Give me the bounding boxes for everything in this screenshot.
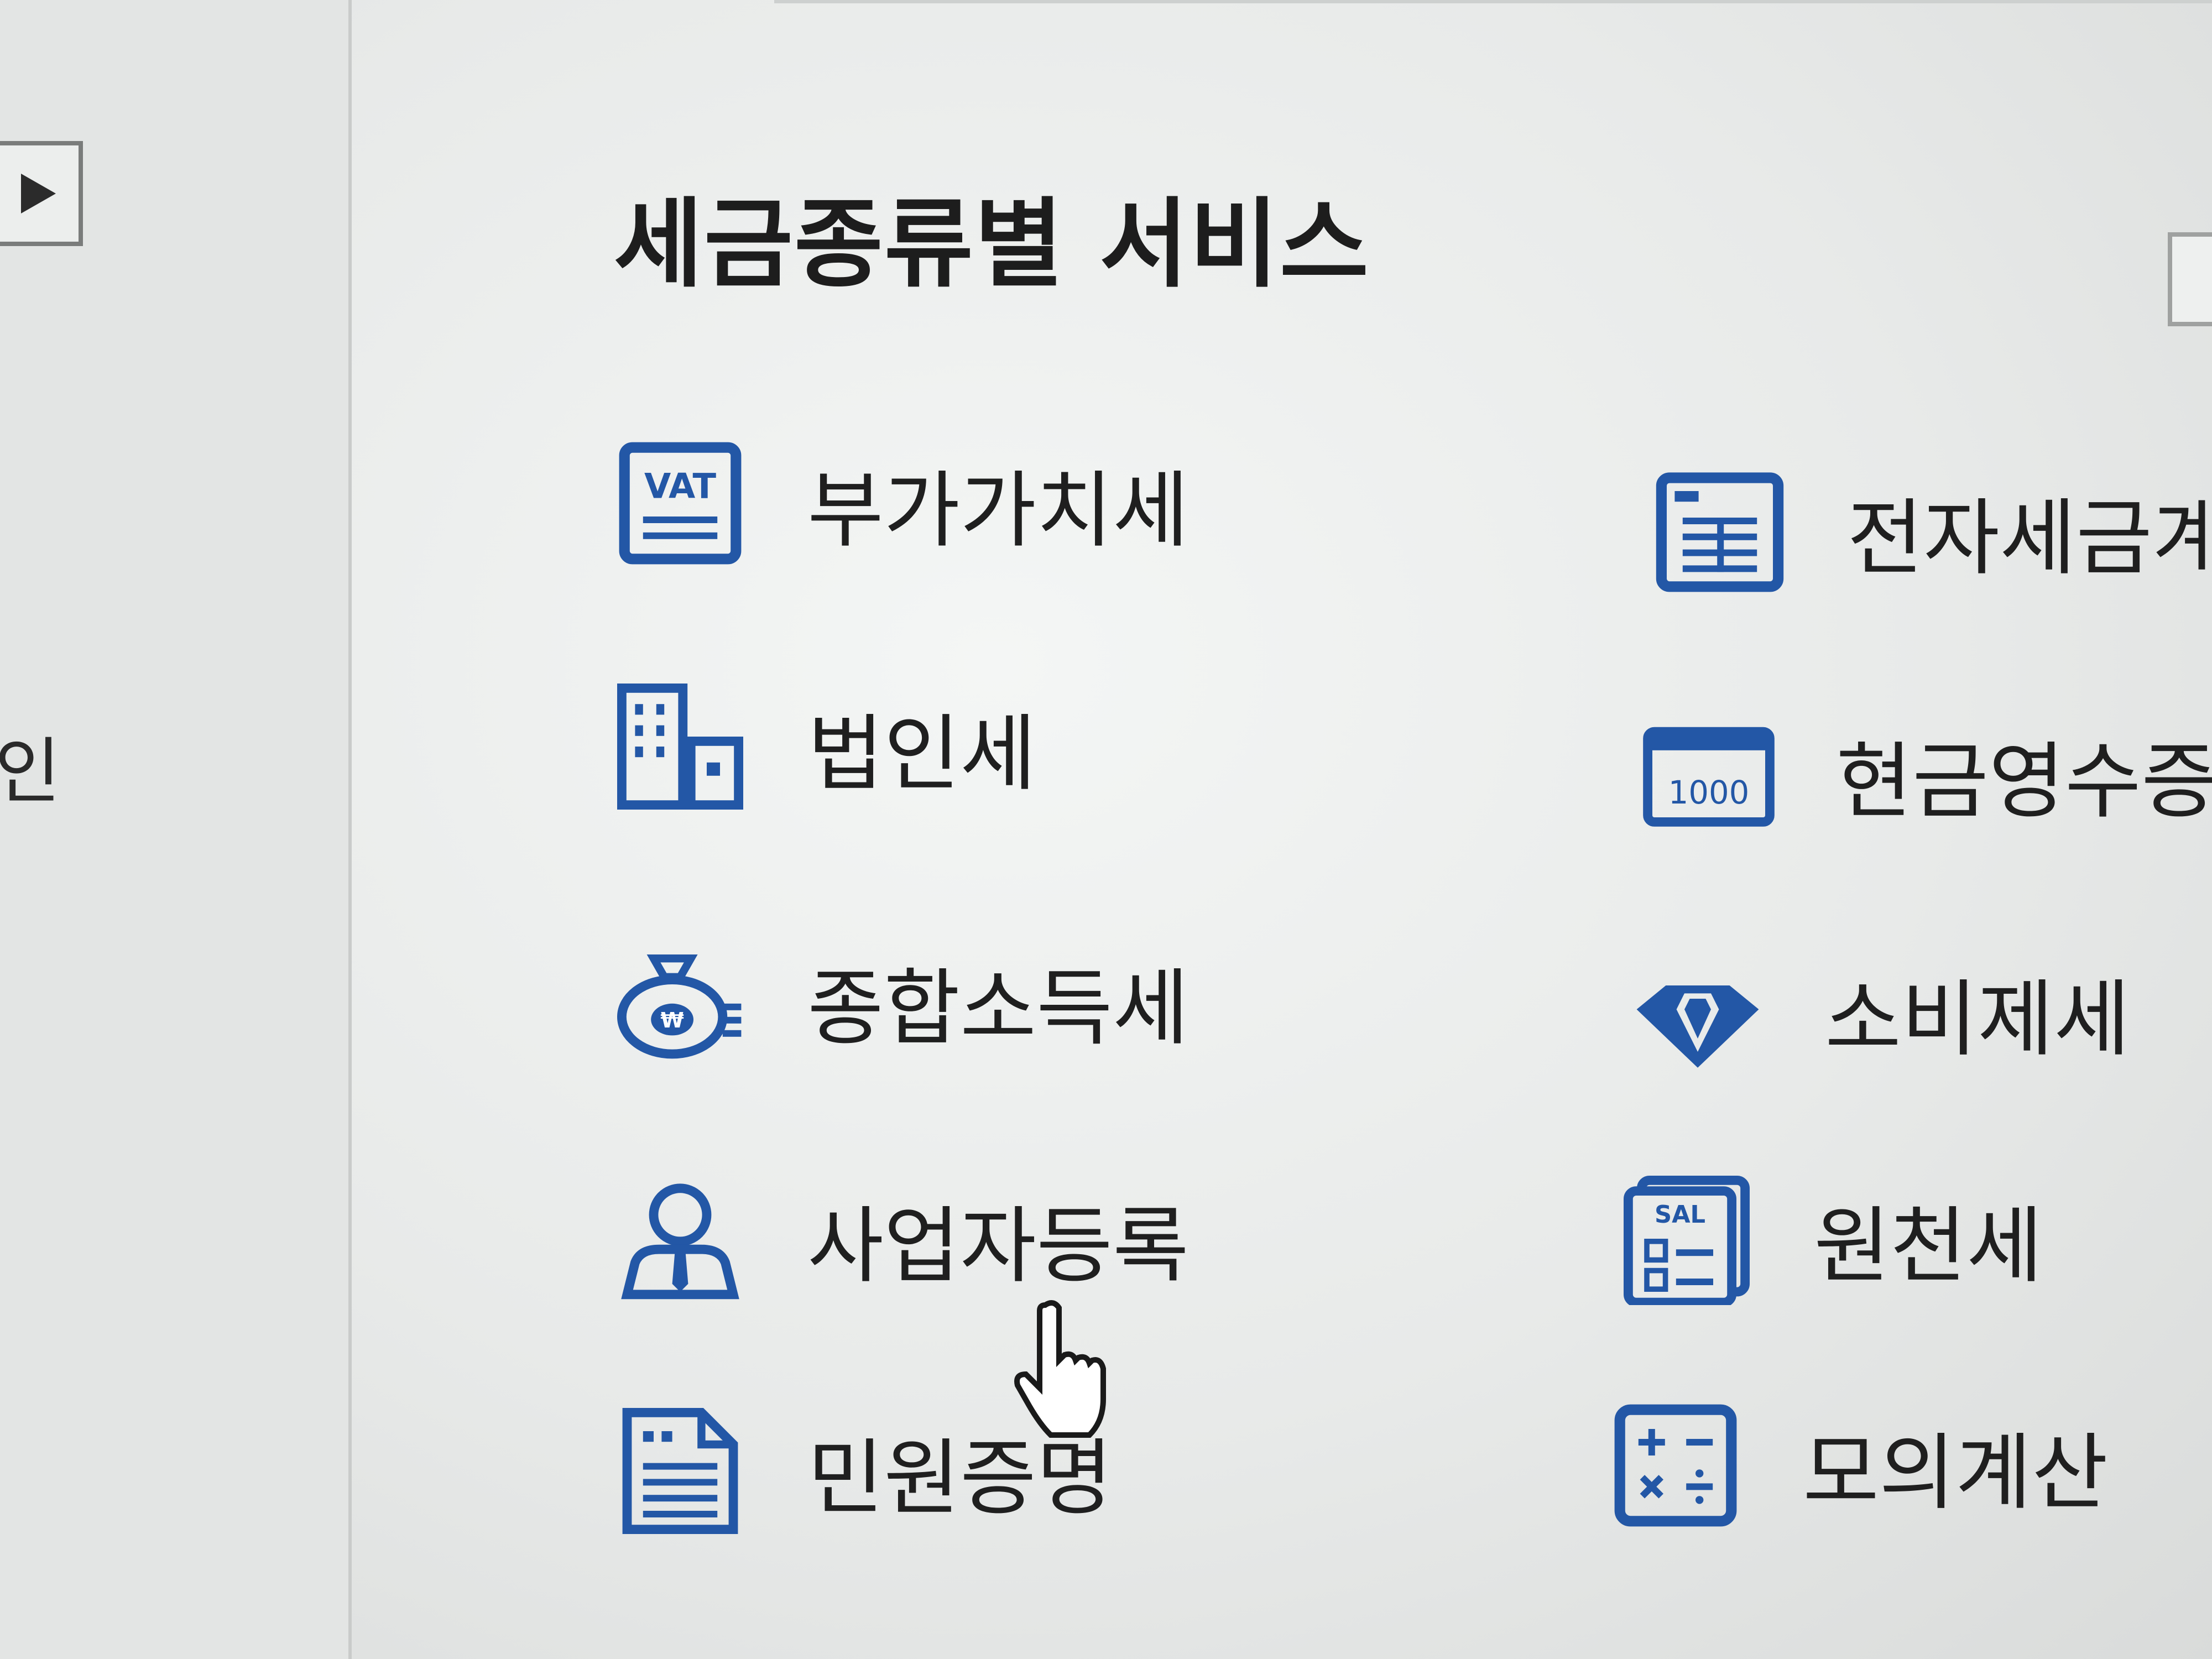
service-business-registration[interactable]: 사업자등록: [614, 1172, 1189, 1305]
service-consumption-tax[interactable]: 소비제세: [1631, 946, 2130, 1078]
money-bag-won-icon: ₩: [614, 935, 747, 1067]
electronic-invoice-icon: [1653, 465, 1786, 597]
vat-document-icon: VAT: [614, 437, 747, 570]
top-divider: [774, 0, 2212, 3]
service-mock-calculation[interactable]: 모의계산: [1609, 1399, 2108, 1532]
svg-text:VAT: VAT: [644, 466, 716, 506]
service-label: 사업자등록: [807, 1198, 1190, 1295]
diamond-icon: [1631, 946, 1764, 1078]
service-label: 법인세: [807, 706, 1037, 802]
service-label: 소비제세: [1825, 971, 2131, 1068]
screen: 인 세금종류별 서비스 VAT 부가가치세 법인세 ₩ 종합소득세 사업자등록 …: [0, 0, 2212, 1659]
service-label: 현금영수증: [1836, 733, 2212, 830]
service-vat[interactable]: VAT 부가가치세: [614, 437, 1189, 570]
icon-text: 1000: [1668, 774, 1750, 811]
sidebar-menu-fragment[interactable]: 인: [0, 713, 61, 817]
service-income-tax[interactable]: ₩ 종합소득세: [614, 935, 1189, 1067]
play-arrow-icon: [21, 174, 56, 213]
more-button-edge[interactable]: [2168, 232, 2212, 326]
service-label: 종합소득세: [807, 960, 1190, 1057]
sidebar-toggle-button[interactable]: [0, 141, 83, 246]
left-sidebar: 인: [0, 0, 352, 1659]
service-cash-receipt[interactable]: 1000 현금영수증: [1642, 708, 2212, 841]
person-registration-icon: [614, 1172, 747, 1305]
certificate-document-icon: [614, 1405, 747, 1537]
cash-receipt-1000-icon: 1000: [1642, 708, 1775, 841]
service-label: 전자세금계산: [1847, 490, 2212, 587]
icon-text: SAL: [1655, 1201, 1705, 1229]
corporate-building-icon: [614, 680, 747, 813]
service-label: 모의계산: [1803, 1425, 2109, 1521]
hand-pointer-cursor-icon: [1014, 1300, 1106, 1438]
section-title: 세금종류별 서비스: [614, 189, 1370, 301]
service-label: 원천세: [1814, 1198, 2043, 1295]
salary-statement-icon: SAL: [1620, 1172, 1753, 1305]
service-label: 부가가치세: [807, 462, 1190, 559]
service-electronic-tax-invoice[interactable]: 전자세금계산: [1653, 465, 2212, 597]
svg-text:₩: ₩: [660, 1008, 684, 1033]
service-corporate-tax[interactable]: 법인세: [614, 680, 1036, 813]
service-withholding-tax[interactable]: SAL 원천세: [1620, 1172, 2043, 1305]
calculator-icon: [1609, 1399, 1742, 1532]
